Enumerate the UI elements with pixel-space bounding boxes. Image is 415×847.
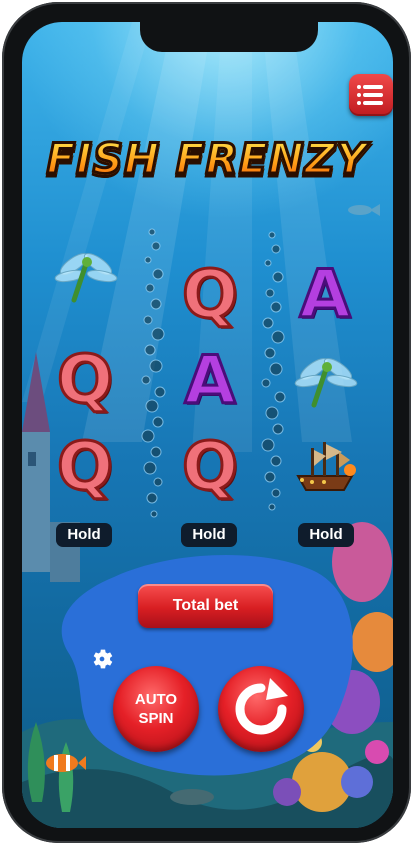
phone-notch bbox=[140, 22, 318, 52]
dragonfly-icon bbox=[294, 358, 358, 408]
hold-button-reel-2[interactable]: Hold bbox=[181, 523, 237, 547]
reel-symbol-q: Q bbox=[55, 428, 114, 505]
auto-spin-button[interactable]: AUTO SPIN bbox=[113, 666, 199, 752]
reel-symbol-a: A bbox=[183, 342, 237, 419]
game-title: FISH FRENZY bbox=[32, 133, 382, 185]
hold-button-reel-3[interactable]: Hold bbox=[298, 523, 354, 547]
hold-button-reel-1[interactable]: Hold bbox=[56, 523, 112, 547]
auto-spin-label-line2: SPIN bbox=[138, 710, 174, 727]
reel-symbol-dragonfly bbox=[292, 347, 358, 413]
bubble-column-left bbox=[141, 228, 166, 518]
pirate-ship-icon bbox=[296, 442, 356, 491]
reel-symbol-q: Q bbox=[180, 428, 239, 505]
reel-symbol-dragonfly bbox=[52, 242, 118, 308]
spin-arrow-icon bbox=[235, 678, 288, 735]
bubble-column-right bbox=[261, 231, 286, 511]
dragonfly-icon bbox=[54, 253, 118, 303]
background-fish bbox=[348, 204, 380, 216]
reel-symbol-q: Q bbox=[180, 256, 239, 333]
game-screen: FISH FRENZY Q Q Q A Q A Hold Hold Hold T… bbox=[22, 22, 393, 828]
total-bet-button[interactable]: Total bet bbox=[138, 584, 273, 628]
settings-gear-icon[interactable] bbox=[89, 646, 115, 672]
reel-symbol-a: A bbox=[298, 256, 352, 333]
menu-button[interactable] bbox=[349, 74, 393, 116]
phone-frame: FISH FRENZY Q Q Q A Q A Hold Hold Hold T… bbox=[2, 2, 411, 843]
auto-spin-label-line1: AUTO bbox=[134, 691, 178, 708]
reel-symbol-ship bbox=[292, 434, 358, 500]
reel-symbol-q: Q bbox=[55, 341, 114, 418]
spin-button[interactable] bbox=[218, 666, 304, 752]
